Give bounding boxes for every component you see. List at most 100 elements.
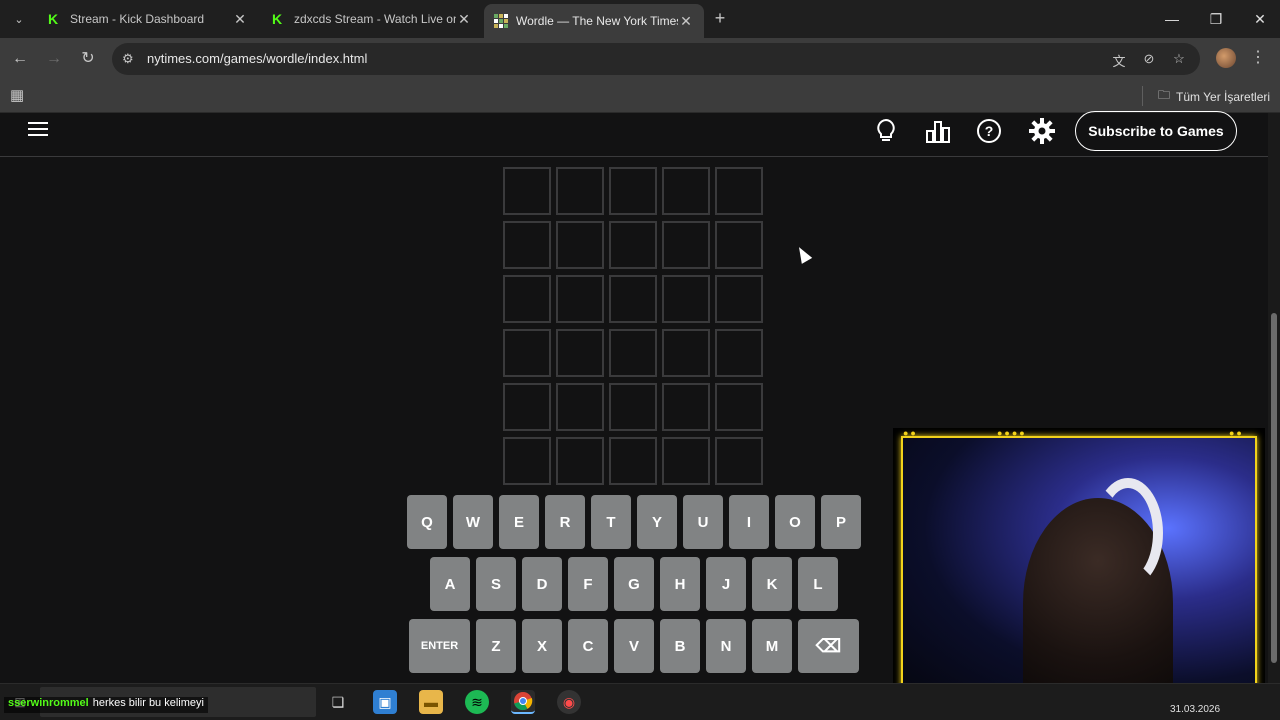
store-app-icon[interactable]: ▣: [373, 690, 397, 714]
letter-tile: [503, 275, 551, 323]
board-row: [503, 221, 765, 269]
key-b[interactable]: B: [660, 619, 700, 673]
letter-tile: [609, 329, 657, 377]
key-g[interactable]: G: [614, 557, 654, 611]
key-t[interactable]: T: [591, 495, 631, 549]
tab-kick-dashboard[interactable]: K Stream - Kick Dashboard ✕: [38, 4, 258, 34]
letter-tile: [556, 167, 604, 215]
letter-tile: [662, 275, 710, 323]
letter-tile: [609, 383, 657, 431]
tab-close-icon[interactable]: ✕: [678, 13, 694, 30]
key-a[interactable]: A: [430, 557, 470, 611]
subscribe-button[interactable]: Subscribe to Games: [1075, 111, 1237, 151]
bookmarks-divider: [1142, 86, 1143, 106]
letter-tile: [715, 221, 763, 269]
forward-arrow-icon[interactable]: →: [42, 47, 66, 71]
letter-tile: [503, 437, 551, 485]
keyboard-row-3: ENTER Z X C V B N M ⌫: [407, 619, 861, 673]
settings-gear-icon[interactable]: [1028, 117, 1056, 145]
letter-tile: [662, 329, 710, 377]
tab-close-icon[interactable]: ✕: [232, 11, 248, 28]
letter-tile: [715, 437, 763, 485]
bookmark-star-icon[interactable]: ☆: [1170, 51, 1188, 69]
translate-icon[interactable]: 文: [1110, 51, 1128, 69]
apps-grid-icon[interactable]: ▦: [10, 86, 24, 104]
key-r[interactable]: R: [545, 495, 585, 549]
reload-icon[interactable]: ↻: [76, 47, 100, 71]
letter-tile: [609, 167, 657, 215]
key-f[interactable]: F: [568, 557, 608, 611]
obs-record-icon[interactable]: ◉: [557, 690, 581, 714]
key-l[interactable]: L: [798, 557, 838, 611]
key-x[interactable]: X: [522, 619, 562, 673]
key-v[interactable]: V: [614, 619, 654, 673]
key-n[interactable]: N: [706, 619, 746, 673]
key-h[interactable]: H: [660, 557, 700, 611]
key-p[interactable]: P: [821, 495, 861, 549]
tab-search-chevron-icon[interactable]: ⌄: [8, 8, 30, 30]
board-row: [503, 275, 765, 323]
letter-tile: [609, 275, 657, 323]
spotify-icon[interactable]: ≋: [465, 690, 489, 714]
lightbulb-hint-icon[interactable]: [872, 117, 900, 145]
key-i[interactable]: I: [729, 495, 769, 549]
enter-key[interactable]: ENTER: [409, 619, 470, 673]
key-u[interactable]: U: [683, 495, 723, 549]
back-arrow-icon[interactable]: ←: [8, 47, 32, 71]
key-o[interactable]: O: [775, 495, 815, 549]
profile-avatar[interactable]: [1216, 48, 1236, 68]
stream-chat-message: sserwinrommel herkes bilir bu kelimeyi: [4, 697, 208, 713]
tab-close-icon[interactable]: ✕: [456, 11, 472, 28]
key-w[interactable]: W: [453, 495, 493, 549]
restore-window-icon[interactable]: ❐: [1196, 6, 1236, 32]
letter-tile: [503, 383, 551, 431]
key-s[interactable]: S: [476, 557, 516, 611]
key-m[interactable]: M: [752, 619, 792, 673]
key-d[interactable]: D: [522, 557, 562, 611]
key-z[interactable]: Z: [476, 619, 516, 673]
key-j[interactable]: J: [706, 557, 746, 611]
close-window-icon[interactable]: ✕: [1240, 6, 1280, 32]
key-c[interactable]: C: [568, 619, 608, 673]
folder-icon: 🗀: [1158, 88, 1171, 102]
tab-title: Stream - Kick Dashboard: [70, 12, 205, 26]
tab-title: Wordle — The New York Times: [516, 14, 678, 28]
new-tab-button[interactable]: +: [710, 8, 730, 28]
letter-tile: [662, 167, 710, 215]
board-row: [503, 167, 765, 215]
file-explorer-icon[interactable]: ▬: [419, 690, 443, 714]
browser-toolbar: ← → ↻ ⚙ nytimes.com/games/wordle/index.h…: [0, 38, 1280, 80]
taskbar-date: 31.03.2026: [1170, 704, 1221, 715]
hide-eye-icon[interactable]: ⊘: [1140, 51, 1158, 69]
statistics-chart-icon[interactable]: [924, 117, 952, 145]
chrome-icon[interactable]: [511, 690, 535, 714]
board-row: [503, 329, 765, 377]
letter-tile: [556, 329, 604, 377]
key-y[interactable]: Y: [637, 495, 677, 549]
letter-tile: [662, 383, 710, 431]
page-scrollbar[interactable]: [1268, 113, 1280, 683]
site-info-icon[interactable]: ⚙: [122, 51, 134, 67]
letter-tile: [609, 437, 657, 485]
scrollbar-thumb[interactable]: [1271, 313, 1277, 663]
letter-tile: [503, 221, 551, 269]
tab-zdxcds-stream[interactable]: K zdxcds Stream - Watch Live on ✕: [262, 4, 482, 34]
key-k[interactable]: K: [752, 557, 792, 611]
help-question-icon[interactable]: ?: [975, 117, 1003, 145]
board-row: [503, 383, 765, 431]
letter-tile: [715, 383, 763, 431]
key-q[interactable]: Q: [407, 495, 447, 549]
tab-wordle[interactable]: Wordle — The New York Times ✕: [484, 4, 704, 38]
key-e[interactable]: E: [499, 495, 539, 549]
address-bar[interactable]: ⚙ nytimes.com/games/wordle/index.html 文 …: [112, 43, 1200, 75]
hamburger-menu-icon[interactable]: [28, 122, 48, 138]
all-bookmarks-folder[interactable]: 🗀 Tüm Yer İşaretleri: [1158, 86, 1270, 107]
task-view-icon[interactable]: ❏: [326, 690, 350, 714]
letter-tile: [556, 275, 604, 323]
minimize-window-icon[interactable]: —: [1152, 6, 1192, 32]
letter-tile: [609, 221, 657, 269]
browser-tab-strip: ⌄ K Stream - Kick Dashboard ✕ K zdxcds S…: [0, 0, 1280, 38]
backspace-key[interactable]: ⌫: [798, 619, 859, 673]
board-row: [503, 437, 765, 485]
browser-menu-icon[interactable]: ⋮: [1250, 47, 1266, 67]
